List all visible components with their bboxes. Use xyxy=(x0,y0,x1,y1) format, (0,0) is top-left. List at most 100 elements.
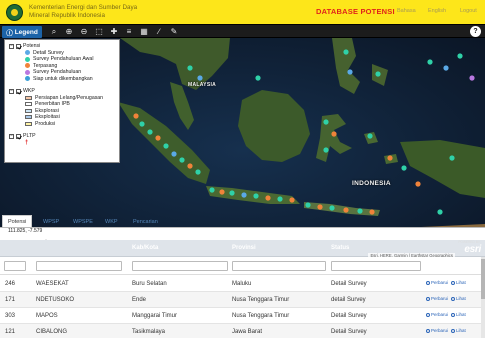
legend-item-label: Siap untuk dikembangkan xyxy=(33,75,93,82)
help-button[interactable]: ? xyxy=(470,26,481,37)
legend-button[interactable]: ⓘ Legend xyxy=(2,26,42,38)
tab-wpspe[interactable]: WPSPE xyxy=(68,216,98,227)
database-title: DATABASE POTENSI xyxy=(316,7,395,16)
top-header: Kementerian Energi dan Sumber Daya Miner… xyxy=(0,0,485,24)
table-row[interactable]: 171 NDETUSOKO Ende Nusa Tenggara Timur d… xyxy=(0,292,485,308)
cell-id: 121 xyxy=(5,329,16,335)
filter-kab-kota-input[interactable] xyxy=(132,261,228,271)
search-icon[interactable]: ⌕ xyxy=(48,26,60,38)
cell-status: detail Survey xyxy=(331,297,366,303)
legend-item: Produksi xyxy=(9,121,115,128)
filter-id-input[interactable] xyxy=(4,261,26,271)
tab-pencarian[interactable]: Pencarian xyxy=(128,216,163,227)
legend-button-label: Legend xyxy=(14,28,38,36)
legend-swatch xyxy=(25,69,30,75)
legend-item-label: Eksploitasi xyxy=(35,114,60,121)
potensi-group-title: Potensi xyxy=(23,43,41,50)
legend-item-label: Detail Survey xyxy=(33,49,64,56)
cell-name: WAESEKAT xyxy=(36,281,69,287)
legend-swatch xyxy=(25,56,30,62)
table-row[interactable]: 121 CIBALONG Tasikmalaya Jawa Barat Deta… xyxy=(0,324,485,338)
cell-kab-kota: Ende xyxy=(132,297,147,303)
column-header-status[interactable]: Status xyxy=(331,245,349,251)
view-row-icon[interactable] xyxy=(451,312,456,317)
collapse-icon[interactable]: − xyxy=(9,43,14,49)
language-english-link[interactable]: English xyxy=(428,8,446,14)
view-row-link[interactable]: Lihat xyxy=(456,312,466,317)
filter-provinsi-input[interactable] xyxy=(232,261,326,271)
map-label-malaysia: MALAYSIA xyxy=(188,82,217,88)
wkp-checkbox[interactable] xyxy=(16,88,21,94)
tab-potensi[interactable]: Potensi xyxy=(2,215,33,227)
esri-logo: esri xyxy=(464,244,481,255)
edit-row-link[interactable]: Perbarui xyxy=(431,328,448,333)
pltp-group-title: PLTP xyxy=(23,133,36,140)
view-row-link[interactable]: Lihat xyxy=(456,296,466,301)
view-row-icon[interactable] xyxy=(451,280,456,285)
ministry-logo xyxy=(6,3,23,21)
row-actions: Perbarui Lihat xyxy=(426,328,466,333)
view-row-link[interactable]: Lihat xyxy=(456,328,466,333)
legend-swatch xyxy=(25,108,32,113)
collapse-icon[interactable]: − xyxy=(9,133,14,139)
full-extent-icon[interactable]: ⬚ xyxy=(93,26,105,38)
legend-item-label: Persiapan Lelang/Penugasan xyxy=(35,94,104,101)
zoom-out-icon[interactable]: ⊖ xyxy=(78,26,90,38)
info-icon: ⓘ xyxy=(6,30,13,37)
ministry-name-line2: Mineral Republik Indonesia xyxy=(29,12,105,19)
edit-row-icon[interactable] xyxy=(426,280,430,285)
ministry-name: Kementerian Energi dan Sumber Daya Miner… xyxy=(29,4,137,20)
cell-status: Detail Survey xyxy=(331,281,367,287)
potensi-checkbox[interactable] xyxy=(16,43,21,49)
cell-status: Detail Survey xyxy=(331,329,367,335)
collapse-icon[interactable]: − xyxy=(9,88,14,94)
pltp-checkbox[interactable] xyxy=(16,133,21,139)
measure-icon[interactable]: ∕ xyxy=(153,26,165,38)
language-bahasa-link[interactable]: Bahasa xyxy=(397,8,416,14)
column-header-provinsi[interactable]: Provinsi xyxy=(232,245,256,251)
legend-swatch xyxy=(25,63,30,69)
legend-item-label: Produksi xyxy=(35,120,56,127)
legend-swatch xyxy=(25,76,30,82)
pan-icon[interactable]: ✚ xyxy=(108,26,120,38)
column-header-kab-kota[interactable]: Kab/Kota xyxy=(132,245,158,251)
logout-link[interactable]: Logout xyxy=(460,8,477,14)
wkp-group-title: WKP xyxy=(23,88,35,95)
row-actions: Perbarui Lihat xyxy=(426,280,466,285)
table-scrollbar[interactable] xyxy=(481,257,485,338)
cell-id: 246 xyxy=(5,281,16,287)
tab-wkp[interactable]: WKP xyxy=(100,216,123,227)
layers-icon[interactable]: ≡ xyxy=(123,26,135,38)
edit-icon[interactable]: ✎ xyxy=(168,26,180,38)
cell-provinsi: Jawa Barat xyxy=(232,329,263,335)
edit-row-link[interactable]: Perbarui xyxy=(431,296,448,301)
edit-row-icon[interactable] xyxy=(426,312,430,317)
scrollbar-thumb[interactable] xyxy=(481,259,485,299)
cell-kab-kota: Buru Selatan xyxy=(132,281,167,287)
table-row[interactable]: 303 MAPOS Manggarai Timur Nusa Tenggara … xyxy=(0,308,485,324)
cell-status: Detail Survey xyxy=(331,313,367,319)
edit-row-icon[interactable] xyxy=(426,328,430,333)
legend-swatch xyxy=(25,95,32,100)
cell-provinsi: Nusa Tenggara Timur xyxy=(232,297,290,303)
legend-swatch xyxy=(25,121,32,126)
tab-wpsp[interactable]: WPSP xyxy=(38,216,64,227)
view-row-icon[interactable] xyxy=(451,296,456,301)
table-row[interactable]: 246 WAESEKAT Buru Selatan Maluku Detail … xyxy=(0,276,485,292)
legend-swatch xyxy=(25,115,32,120)
zoom-in-icon[interactable]: ⊕ xyxy=(63,26,75,38)
edit-row-link[interactable]: Perbarui xyxy=(431,280,448,285)
map-toolbar: ⓘ Legend ⌕ ⊕ ⊖ ⬚ ✚ ≡ ▦ ∕ ✎ ? xyxy=(0,24,485,38)
cell-name: MAPOS xyxy=(36,313,58,319)
bottom-tabs: Potensi WPSP WPSPE WKP Pencarian xyxy=(0,214,485,227)
cell-name: CIBALONG xyxy=(36,329,68,335)
view-row-icon[interactable] xyxy=(451,328,456,333)
view-row-link[interactable]: Lihat xyxy=(456,280,466,285)
edit-row-icon[interactable] xyxy=(426,296,430,301)
basemap-grid-icon[interactable]: ▦ xyxy=(138,26,150,38)
filter-status-input[interactable] xyxy=(331,261,421,271)
coordinate-readout: 111.825, -7.579 xyxy=(6,228,78,235)
filter-name-input[interactable] xyxy=(36,261,122,271)
edit-row-link[interactable]: Perbarui xyxy=(431,312,448,317)
legend-panel: − Potensi Detail Survey Survey Pendahulu… xyxy=(4,39,120,163)
